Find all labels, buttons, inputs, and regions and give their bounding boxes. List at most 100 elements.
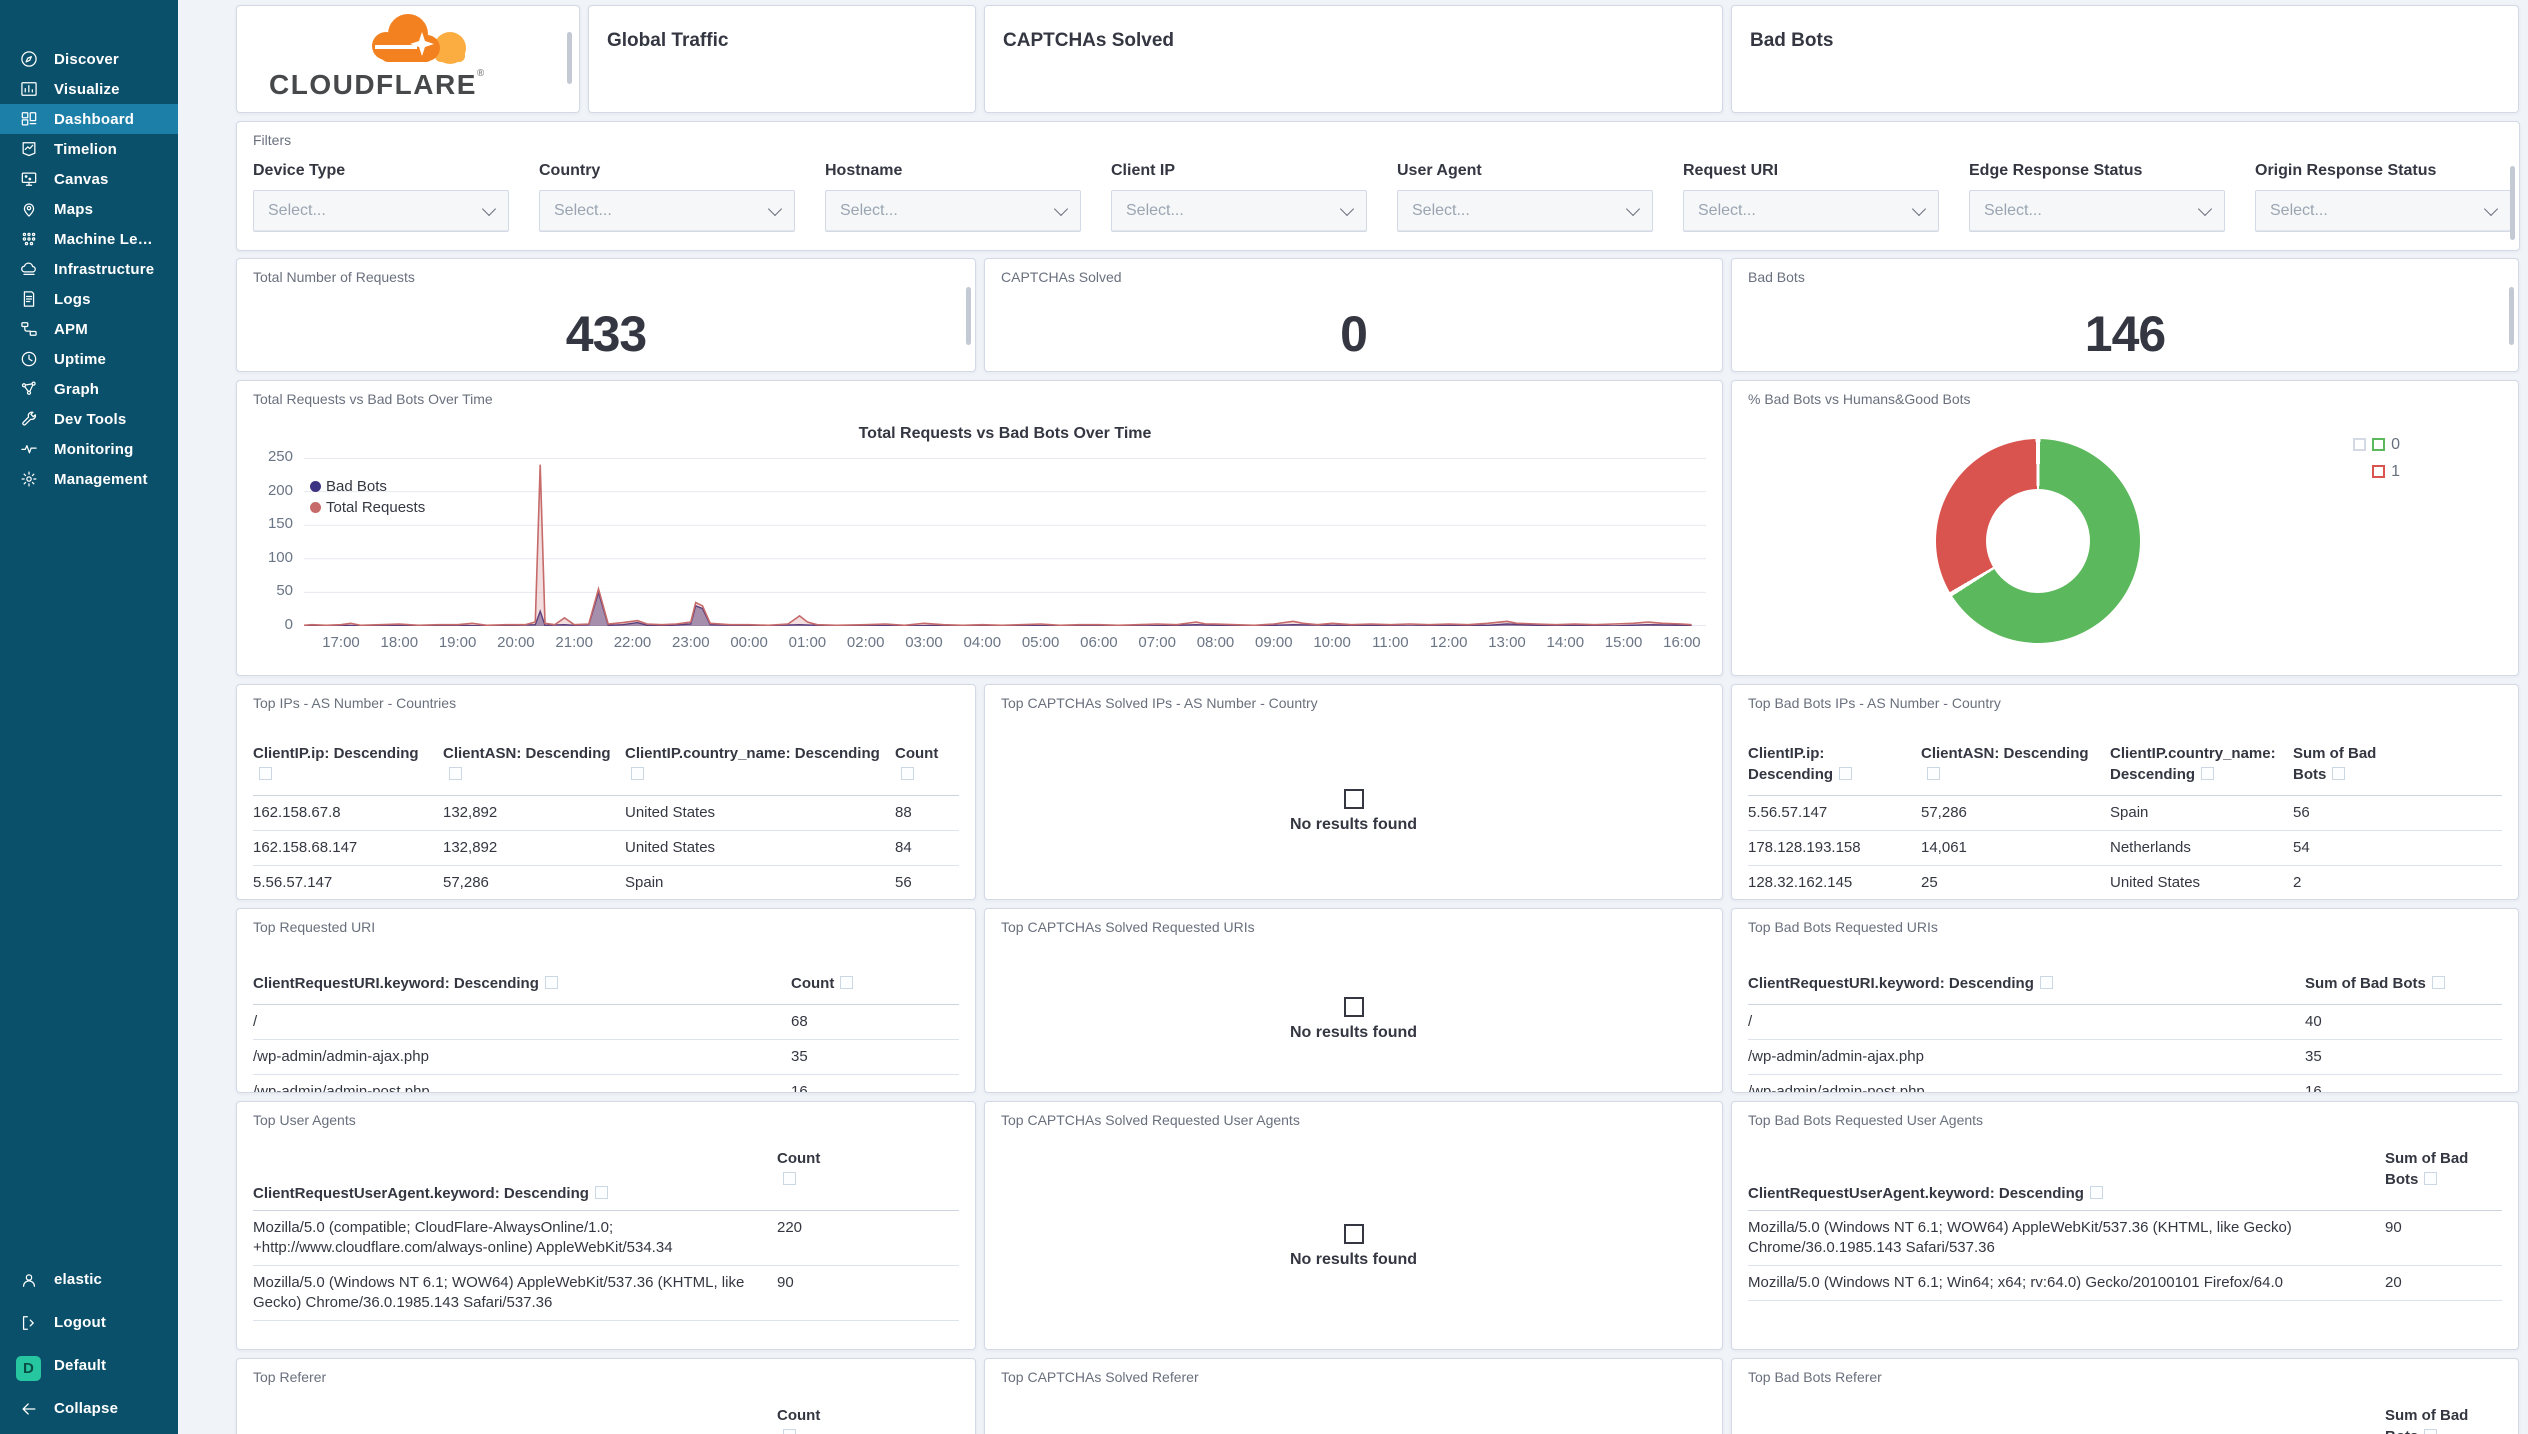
- legend-item-total-requests[interactable]: Total Requests: [310, 497, 425, 518]
- sidebar-item-label: Default: [54, 1357, 107, 1374]
- sidebar-item-timelion[interactable]: Timelion: [0, 134, 178, 164]
- gear-icon: [19, 469, 39, 489]
- sidebar-item-management[interactable]: Management: [0, 464, 178, 494]
- filter-select-user-agent[interactable]: Select...: [1397, 190, 1653, 232]
- sidebar-item-infrastructure[interactable]: Infrastructure: [0, 254, 178, 284]
- scrollbar[interactable]: [567, 32, 572, 84]
- chevron-down-icon: [1053, 201, 1069, 216]
- table-cell: 5.56.57.147: [1748, 804, 1828, 821]
- sidebar-item-maps[interactable]: Maps: [0, 194, 178, 224]
- table-cell: Mozilla/5.0 (Windows NT 6.1; WOW64) Appl…: [1748, 1219, 2292, 1256]
- filter-select-client-ip[interactable]: Select...: [1111, 190, 1367, 232]
- column-header[interactable]: Sum of Bad Bots: [2293, 743, 2408, 785]
- sidebar-item-monitoring[interactable]: Monitoring: [0, 434, 178, 464]
- filter-select-country[interactable]: Select...: [539, 190, 795, 232]
- kibana-cloudflare-dashboard: Discover Visualize Dashboard Timelion Canvas…: [0, 0, 2528, 1434]
- table-cell: 84: [895, 839, 912, 856]
- cloud-icon: [19, 259, 39, 279]
- scrollbar[interactable]: [966, 287, 971, 345]
- sidebar-item-logout[interactable]: Logout: [0, 1301, 178, 1344]
- sidebar-item-graph[interactable]: Graph: [0, 374, 178, 404]
- table-row: / 40: [1748, 1005, 2502, 1040]
- pie-legend-item-1[interactable]: 1: [2353, 458, 2400, 485]
- sidebar-item-label: Maps: [54, 200, 94, 218]
- column-header[interactable]: ClientRequestUserAgent.keyword: Descendi…: [1748, 1183, 2103, 1204]
- filter-label: User Agent: [1397, 162, 1482, 179]
- column-header[interactable]: ClientIP.country_name: Descending: [625, 743, 881, 785]
- sidebar-item-elastic[interactable]: elastic: [0, 1258, 178, 1301]
- sidebar: Discover Visualize Dashboard Timelion Canvas…: [0, 0, 178, 1434]
- column-header[interactable]: ClientASN: Descending: [1921, 743, 2096, 785]
- chart-legend: Bad Bots Total Requests: [310, 476, 425, 518]
- table-cell: Spain: [625, 874, 664, 891]
- compass-icon: [19, 49, 39, 69]
- column-header[interactable]: Sum of Bad Bots: [2385, 1148, 2489, 1190]
- filter-select-device-type[interactable]: Select...: [253, 190, 509, 232]
- column-header[interactable]: ClientRequestUserAgent.keyword: Descendi…: [253, 1183, 608, 1204]
- sidebar-item-uptime[interactable]: Uptime: [0, 344, 178, 374]
- select-placeholder: Select...: [2270, 202, 2328, 219]
- donut-chart[interactable]: [1936, 439, 2140, 643]
- filter-select-origin-response-status[interactable]: Select...: [2255, 190, 2511, 232]
- sidebar-item-label: Infrastructure: [54, 260, 155, 278]
- sort-square-icon: [1839, 767, 1853, 780]
- column-header[interactable]: Count: [895, 743, 955, 785]
- table-panel-top-user-agents: Top User Agents ClientRequestUserAgent.ke…: [236, 1101, 976, 1350]
- sidebar-item-logs[interactable]: Logs: [0, 284, 178, 314]
- column-header[interactable]: ClientRequestURI.keyword: Descending: [253, 973, 558, 994]
- machine-learning-icon: [19, 229, 39, 249]
- legend-dot-icon: [310, 502, 321, 513]
- table-cell: 68: [791, 1013, 808, 1030]
- scrollbar[interactable]: [2510, 166, 2515, 240]
- sidebar-item-default[interactable]: D Default: [0, 1344, 178, 1387]
- filter-select-request-uri[interactable]: Select...: [1683, 190, 1939, 232]
- column-header[interactable]: ClientASN: Descending: [443, 743, 611, 785]
- table-cell: United States: [625, 839, 716, 856]
- filter-label: Hostname: [825, 162, 903, 179]
- column-header[interactable]: Sum of Bad Bots: [2385, 1405, 2500, 1434]
- table-panel-top-ips: Top IPs - AS Number - Countries ClientIP.…: [236, 684, 976, 900]
- x-tick-label: 09:00: [1255, 634, 1293, 651]
- chevron-down-icon: [1625, 201, 1641, 216]
- table-cell: /wp-admin/admin-ajax.php: [253, 1048, 429, 1065]
- arrow-left-icon: [19, 1399, 39, 1419]
- column-header[interactable]: Count: [777, 1148, 837, 1190]
- table-cell: 90: [2385, 1219, 2402, 1236]
- table-cell: 178.128.193.158: [1748, 839, 1861, 856]
- y-tick-label: 0: [284, 616, 293, 633]
- x-tick-label: 20:00: [497, 634, 535, 651]
- sidebar-item-collapse[interactable]: Collapse: [0, 1387, 178, 1430]
- column-header[interactable]: Sum of Bad Bots: [2305, 973, 2485, 994]
- sidebar-item-machine-le[interactable]: Machine Le…: [0, 224, 178, 254]
- column-header[interactable]: ClientIP.ip: Descending: [253, 743, 429, 785]
- x-tick-label: 11:00: [1372, 634, 1409, 651]
- select-placeholder: Select...: [554, 202, 612, 219]
- column-header[interactable]: Count: [777, 1405, 837, 1434]
- pie-legend-item-0[interactable]: 0: [2353, 431, 2400, 458]
- sidebar-item-discover[interactable]: Discover: [0, 44, 178, 74]
- filter-select-edge-response-status[interactable]: Select...: [1969, 190, 2225, 232]
- filter-select-hostname[interactable]: Select...: [825, 190, 1081, 232]
- sidebar-item-apm[interactable]: APM: [0, 314, 178, 344]
- sidebar-item-canvas[interactable]: Canvas: [0, 164, 178, 194]
- sidebar-nav: Discover Visualize Dashboard Timelion Canvas…: [0, 44, 178, 494]
- scrollbar[interactable]: [2509, 287, 2514, 345]
- legend-label: Bad Bots: [326, 478, 387, 495]
- legend-item-bad-bots[interactable]: Bad Bots: [310, 476, 425, 497]
- panel-title: % Bad Bots vs Humans&Good Bots: [1748, 391, 1971, 407]
- filter-user-agent: User Agent Select...: [1397, 162, 1653, 232]
- sidebar-item-visualize[interactable]: Visualize: [0, 74, 178, 104]
- sidebar-item-dev-tools[interactable]: Dev Tools: [0, 404, 178, 434]
- column-header[interactable]: Count: [791, 973, 959, 994]
- logout-icon: [19, 1313, 39, 1333]
- y-tick-label: 250: [267, 448, 293, 465]
- sort-square-icon: [449, 767, 462, 780]
- sidebar-item-label: Canvas: [54, 170, 109, 188]
- column-header[interactable]: ClientIP.country_name: Descending: [2110, 743, 2279, 785]
- column-header[interactable]: ClientRequestURI.keyword: Descending: [1748, 973, 2053, 994]
- column-header[interactable]: ClientIP.ip: Descending: [1748, 743, 1907, 785]
- table-row: /wp-admin/admin-ajax.php 35: [253, 1040, 959, 1075]
- table-panel-top-captcha-user-agents: Top CAPTCHAs Solved Requested User Agent…: [984, 1101, 1723, 1350]
- sort-square-icon: [2424, 1429, 2438, 1434]
- sidebar-item-dashboard[interactable]: Dashboard: [0, 104, 178, 134]
